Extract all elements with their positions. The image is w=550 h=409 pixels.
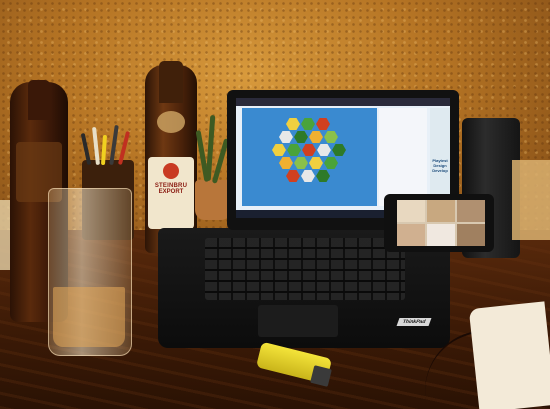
promo-text: Playtest Design Develop xyxy=(430,158,450,173)
hex-tile[interactable] xyxy=(279,131,293,143)
app-topbar xyxy=(236,98,450,106)
cardboard-box xyxy=(512,160,550,240)
pen xyxy=(109,124,119,166)
bottle-neck-label xyxy=(157,111,185,133)
game-board xyxy=(242,108,377,206)
hex-tile[interactable] xyxy=(302,144,316,156)
pen xyxy=(117,131,131,165)
phone-video-call xyxy=(397,200,485,246)
pen xyxy=(92,126,100,166)
video-tile xyxy=(397,224,425,246)
hex-tile[interactable] xyxy=(294,157,308,169)
hex-tile[interactable] xyxy=(324,131,338,143)
video-tile xyxy=(427,200,455,222)
hex-tile[interactable] xyxy=(309,131,323,143)
hex-tile[interactable] xyxy=(324,157,338,169)
beer-bottle-center: STEINBRU EXPORT xyxy=(145,61,197,253)
notepad xyxy=(468,301,550,409)
hex-tile[interactable] xyxy=(294,131,308,143)
hex-tile[interactable] xyxy=(316,118,330,130)
bottle-label: STEINBRU EXPORT xyxy=(148,157,194,229)
promo-banner: Playtest Design Develop xyxy=(430,108,450,206)
promo-line3: Develop xyxy=(432,168,448,173)
plant-pot xyxy=(195,180,231,220)
laptop-logo: ThinkPad xyxy=(396,318,432,326)
glass-liquid xyxy=(53,287,125,347)
pen xyxy=(80,132,92,166)
video-tile xyxy=(457,200,485,222)
bottle-neck xyxy=(159,61,183,103)
pens xyxy=(80,124,135,166)
hex-tile[interactable] xyxy=(272,144,286,156)
video-tile xyxy=(427,224,455,246)
bottle-neck xyxy=(28,80,50,120)
bottle-brand-line2: EXPORT xyxy=(158,189,184,195)
video-tile xyxy=(397,200,425,222)
game-side-panel xyxy=(379,108,427,206)
hex-tile[interactable] xyxy=(317,144,331,156)
hex-tile[interactable] xyxy=(309,157,323,169)
highlighter xyxy=(100,134,108,166)
hex-tile[interactable] xyxy=(286,170,300,182)
keyboard-rows xyxy=(205,238,405,300)
hex-tile[interactable] xyxy=(279,157,293,169)
photo-scene: STEINBRU EXPORT ThinkPad Playtest Design… xyxy=(0,0,550,409)
hex-tile[interactable] xyxy=(301,170,315,182)
video-tile xyxy=(457,224,485,246)
hex-tile[interactable] xyxy=(332,144,346,156)
hex-tile[interactable] xyxy=(286,118,300,130)
hex-tile[interactable] xyxy=(301,118,315,130)
hex-tile[interactable] xyxy=(287,144,301,156)
drinking-glass xyxy=(48,188,132,356)
hex-tile[interactable] xyxy=(316,170,330,182)
bottle-crest-icon xyxy=(163,163,179,179)
laptop-touchpad xyxy=(258,305,338,337)
